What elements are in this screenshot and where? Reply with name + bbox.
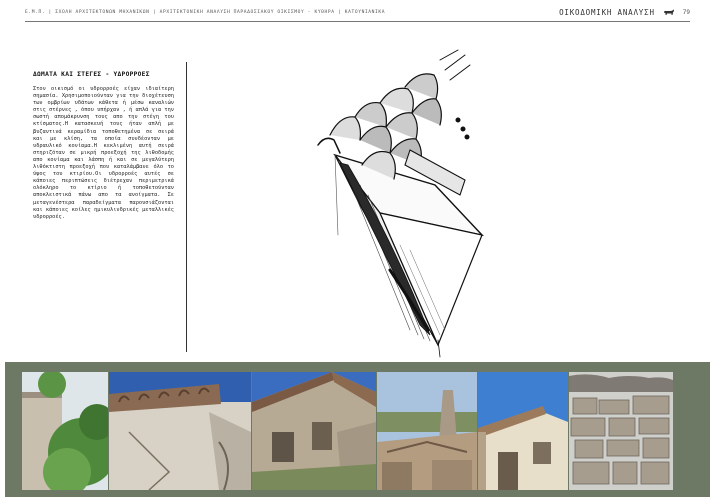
photo-tiled-wall bbox=[109, 372, 251, 490]
photo-white-house bbox=[478, 372, 568, 490]
header-right: ΟΙΚΟΔΟΜΙΚΗ ΑΝΑΛΥΣΗ 79 bbox=[559, 8, 690, 17]
body-paragraph: Στον οικισμό οι υδρορροές είχαν ιδιαίτερ… bbox=[33, 86, 174, 220]
photo-ruin-chimney bbox=[377, 372, 477, 490]
section-heading: ΔΩΜΑΤΑ ΚΑΙ ΣΤΕΓΕΣ - ΥΔΡΟΡΡΟΕΣ bbox=[33, 71, 150, 78]
page-number: 79 bbox=[682, 9, 690, 16]
section-title: ΟΙΚΟΔΟΜΙΚΗ ΑΝΑΛΥΣΗ bbox=[559, 8, 655, 17]
column-divider bbox=[186, 62, 187, 352]
roof-gutter-sketch bbox=[317, 49, 485, 358]
photo-stone-wall bbox=[569, 372, 673, 490]
breadcrumb: Ε.Μ.Π. | ΣΧΟΛΗ ΑΡΧΙΤΕΚΤΟΝΩΝ ΜΗΧΑΝΙΚΩΝ | … bbox=[25, 10, 386, 15]
photo-ruined-house bbox=[252, 372, 376, 490]
page-header: Ε.Μ.Π. | ΣΧΟΛΗ ΑΡΧΙΤΕΚΤΟΝΩΝ ΜΗΧΑΝΙΚΩΝ | … bbox=[25, 8, 690, 22]
goat-icon bbox=[663, 9, 674, 15]
header-rule bbox=[25, 21, 690, 22]
photo-strip bbox=[5, 362, 710, 497]
photo-gutter-tree bbox=[22, 372, 108, 490]
